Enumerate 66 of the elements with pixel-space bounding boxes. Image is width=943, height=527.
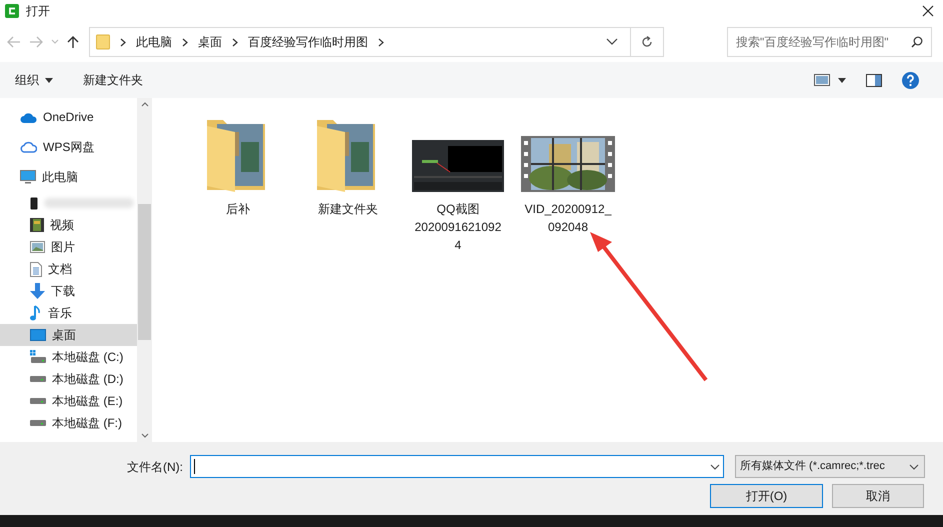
film-icon	[30, 218, 44, 232]
sidebar-scrollbar[interactable]	[137, 98, 152, 442]
dropdown-caret-icon[interactable]	[909, 464, 919, 470]
sidebar-item[interactable]: OneDrive	[0, 102, 137, 132]
sidebar-item[interactable]: 图片	[0, 236, 137, 258]
file-type-dropdown[interactable]: 所有媒体文件 (*.camrec;*.trec	[735, 455, 925, 478]
sidebar-item[interactable]: 桌面	[0, 324, 137, 346]
search-icon[interactable]	[911, 36, 923, 48]
address-bar[interactable]: 此电脑 桌面 百度经验写作临时用图	[89, 27, 664, 57]
sidebar-item[interactable]: 文档	[0, 258, 137, 280]
cloud-icon	[20, 141, 37, 153]
filename-field[interactable]	[190, 455, 724, 478]
refresh-icon[interactable]	[641, 36, 653, 48]
dropdown-caret-icon[interactable]	[710, 464, 720, 470]
sidebar-item[interactable]: 视频	[0, 214, 137, 236]
filename-label: 文件名(N):	[127, 459, 183, 476]
view-icon[interactable]	[814, 74, 830, 86]
breadcrumb[interactable]: 桌面	[198, 33, 222, 51]
chevron-icon[interactable]	[378, 38, 384, 46]
sidebar-item[interactable]: 本地磁盘 (C:)	[0, 346, 137, 368]
down-arrow-icon	[30, 283, 45, 299]
view-caret-icon[interactable]	[838, 78, 846, 82]
document-icon	[30, 262, 42, 276]
sidebar-item[interactable]: 下载	[0, 280, 137, 302]
app-logo-icon	[5, 4, 19, 18]
caret-icon	[45, 78, 53, 82]
cancel-button[interactable]: 取消	[832, 484, 924, 508]
monitor-icon	[20, 170, 36, 184]
scroll-up-icon[interactable]	[140, 102, 148, 107]
up-icon[interactable]	[67, 35, 79, 49]
breadcrumb[interactable]: 此电脑	[136, 33, 172, 51]
sidebar-item[interactable]: WPS网盘	[0, 132, 137, 162]
drive-icon	[30, 375, 46, 383]
music-note-icon	[30, 305, 42, 321]
picture-icon	[30, 241, 45, 253]
drive-icon	[30, 397, 46, 405]
chevron-icon[interactable]	[182, 38, 188, 46]
chevron-icon[interactable]	[232, 38, 238, 46]
preview-pane-icon[interactable]	[866, 74, 882, 86]
window-title: 打开	[26, 3, 50, 20]
sidebar-item[interactable]: 本地磁盘 (F:)	[0, 412, 137, 434]
dropdown-caret-icon[interactable]	[606, 38, 618, 46]
file-item[interactable]: QQ截图20200916210924	[408, 112, 508, 254]
file-item[interactable]: 后补	[188, 112, 288, 218]
file-item[interactable]: 新建文件夹	[298, 112, 398, 218]
file-item[interactable]: VID_20200912_092048	[518, 112, 618, 236]
breadcrumb[interactable]: 百度经验写作临时用图	[248, 33, 368, 51]
folder-icon	[96, 34, 110, 50]
close-icon[interactable]	[922, 5, 934, 17]
help-icon[interactable]	[902, 72, 919, 88]
sidebar-item[interactable]: 本地磁盘 (D:)	[0, 368, 137, 390]
sidebar-item[interactable]: 本地磁盘 (E:)	[0, 390, 137, 412]
scroll-thumb[interactable]	[138, 204, 151, 340]
desktop-icon	[30, 329, 46, 341]
cloud-icon	[20, 112, 37, 122]
open-button[interactable]: 打开(O)	[710, 484, 823, 508]
sidebar-item[interactable]: 音乐	[0, 302, 137, 324]
scroll-down-icon[interactable]	[140, 433, 148, 438]
phone-icon	[30, 196, 38, 210]
chevron-icon[interactable]	[120, 38, 126, 46]
organize-menu[interactable]: 组织	[15, 71, 53, 89]
drive-icon	[30, 419, 46, 427]
search-field[interactable]: 搜索"百度经验写作临时用图"	[727, 27, 932, 57]
sidebar-item[interactable]: 此电脑	[0, 162, 137, 192]
drive-icon	[30, 350, 46, 364]
new-folder-button[interactable]: 新建文件夹	[83, 71, 143, 89]
